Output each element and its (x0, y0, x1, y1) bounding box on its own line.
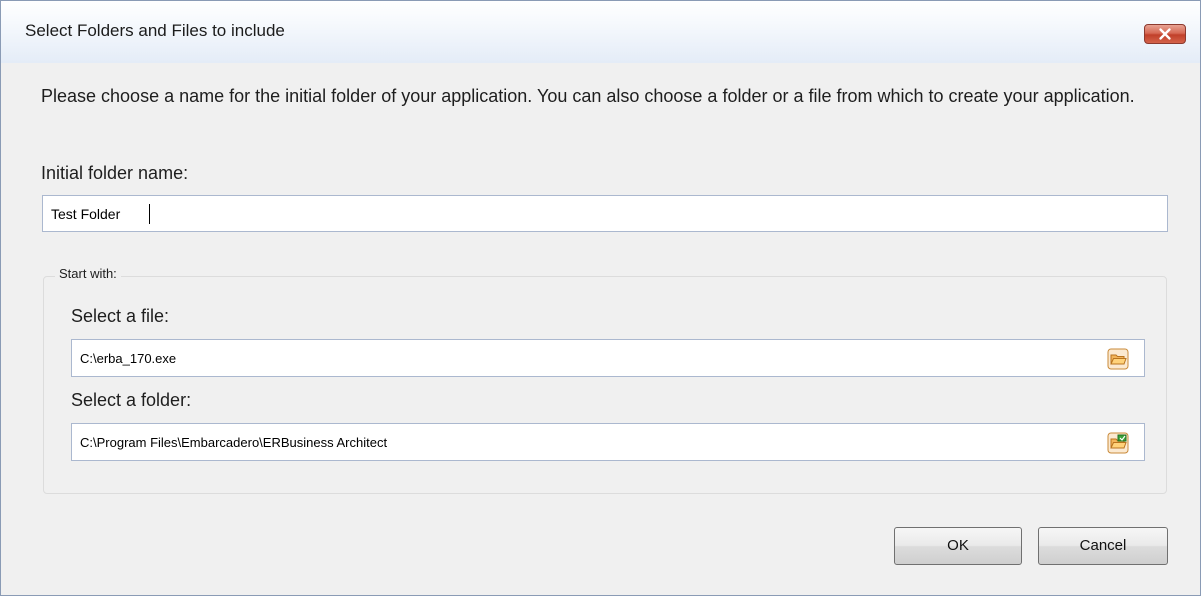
close-button[interactable] (1144, 24, 1186, 44)
start-with-label: Start with: (55, 266, 121, 281)
select-file-input[interactable] (71, 339, 1145, 377)
dialog-client-area: Please choose a name for the initial fol… (11, 63, 1190, 585)
initial-folder-label: Initial folder name: (41, 163, 189, 183)
cancel-button[interactable]: Cancel (1038, 527, 1168, 565)
select-folder-input[interactable] (71, 423, 1145, 461)
select-folder-label: Select a folder: (71, 390, 192, 410)
window-title: Select Folders and Files to include (25, 21, 285, 40)
cancel-accesskey: C (1079, 537, 1091, 554)
open-file-icon (1107, 348, 1129, 370)
title-bar[interactable]: Select Folders and Files to include (1, 1, 1200, 63)
dialog-window: Select Folders and Files to include Plea… (0, 0, 1201, 596)
browse-folder-button[interactable] (1107, 432, 1129, 454)
initial-folder-input[interactable] (42, 195, 1168, 232)
browse-folder-icon (1107, 432, 1129, 454)
select-file-label: Select a file: (71, 306, 170, 326)
text-caret (149, 204, 150, 224)
cancel-label-rest: ancel (1090, 537, 1127, 554)
ok-button[interactable]: OK (894, 527, 1022, 565)
start-with-group (43, 276, 1167, 494)
close-icon (1159, 28, 1171, 40)
instructions-text: Please choose a name for the initial fol… (41, 86, 1135, 106)
browse-file-button[interactable] (1107, 348, 1129, 370)
